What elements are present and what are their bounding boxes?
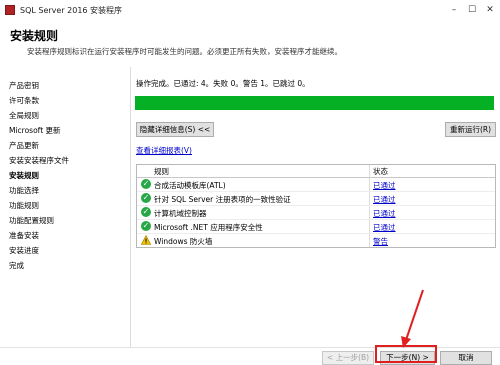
check-icon: ✓ [141,207,151,217]
sidebar-item-install-setup-files[interactable]: 安装安装程序文件 [9,155,69,166]
close-icon[interactable]: ✕ [484,4,496,16]
sidebar-item-product-updates[interactable]: 产品更新 [9,140,39,151]
sql-server-icon [5,5,15,15]
sidebar-item-complete[interactable]: 完成 [9,260,24,271]
sidebar-item-product-key[interactable]: 产品密钥 [9,80,39,91]
sidebar: 产品密钥 许可条款 全局规则 Microsoft 更新 产品更新 安装安装程序文… [0,67,130,347]
sidebar-item-install-progress[interactable]: 安装进度 [9,245,39,256]
sidebar-item-global-rules[interactable]: 全局规则 [9,110,39,121]
sidebar-item-ready-to-install[interactable]: 准备安装 [9,230,39,241]
title-bar: SQL Server 2016 安装程序 – ☐ ✕ [0,0,500,20]
view-detailed-report-link[interactable]: 查看详细报表(V) [136,145,192,156]
status-link[interactable]: 已通过 [373,222,396,233]
check-icon: ✓ [141,193,151,203]
next-button-highlight [375,345,437,363]
table-row[interactable]: ✓ 针对 SQL Server 注册表项的一致性验证 已通过 [137,192,495,206]
page-title: 安装规则 [10,29,59,43]
check-icon: ✓ [141,179,151,189]
main-panel: 操作完成。已通过: 4。失败 0。警告 1。已跳过 0。 隐藏详细信息(S) <… [131,67,500,347]
sidebar-item-feature-rules[interactable]: 功能规则 [9,200,39,211]
sidebar-item-feature-selection[interactable]: 功能选择 [9,185,39,196]
warning-icon [141,235,151,245]
minimize-icon[interactable]: – [448,4,460,16]
status-link[interactable]: 已通过 [373,208,396,219]
rule-name: Microsoft .NET 应用程序安全性 [154,223,263,232]
sidebar-item-install-rules[interactable]: 安装规则 [9,170,39,181]
rules-table: 规则 状态 ✓ 合成活动模板库(ATL) 已通过 ✓ 针对 SQL Server… [136,164,496,248]
sidebar-item-microsoft-update[interactable]: Microsoft 更新 [9,125,61,136]
table-row[interactable]: ✓ 计算机域控制器 已通过 [137,206,495,220]
check-icon: ✓ [141,221,151,231]
table-row[interactable]: Windows 防火墙 警告 [137,234,495,247]
rule-name: Windows 防火墙 [154,237,213,246]
column-header-status[interactable]: 状态 [373,166,388,177]
sidebar-item-license-terms[interactable]: 许可条款 [9,95,39,106]
page-header: 安装规则 安装程序规则标识在运行安装程序时可能发生的问题。必须更正所有失败，安装… [0,20,500,68]
column-header-rule[interactable]: 规则 [154,166,169,177]
sidebar-item-feature-config-rules[interactable]: 功能配置规则 [9,215,54,226]
hide-details-button[interactable]: 隐藏详细信息(S) << [136,122,214,137]
rule-name: 针对 SQL Server 注册表项的一致性验证 [154,195,291,204]
window-title: SQL Server 2016 安装程序 [20,6,123,15]
table-row[interactable]: ✓ Microsoft .NET 应用程序安全性 已通过 [137,220,495,234]
table-row[interactable]: ✓ 合成活动模板库(ATL) 已通过 [137,178,495,192]
progress-bar-fill [135,96,494,110]
status-link[interactable]: 已通过 [373,194,396,205]
page-description: 安装程序规则标识在运行安装程序时可能发生的问题。必须更正所有失败，安装程序才能继… [27,47,342,56]
status-link[interactable]: 警告 [373,236,388,247]
operation-status: 操作完成。已通过: 4。失败 0。警告 1。已跳过 0。 [136,79,310,88]
rule-name: 计算机域控制器 [154,209,207,218]
maximize-icon[interactable]: ☐ [466,4,478,16]
table-header: 规则 状态 [137,165,495,178]
status-link[interactable]: 已通过 [373,180,396,191]
rule-name: 合成活动模板库(ATL) [154,181,226,190]
rerun-button[interactable]: 重新运行(R) [445,122,496,137]
progress-bar [135,96,494,110]
